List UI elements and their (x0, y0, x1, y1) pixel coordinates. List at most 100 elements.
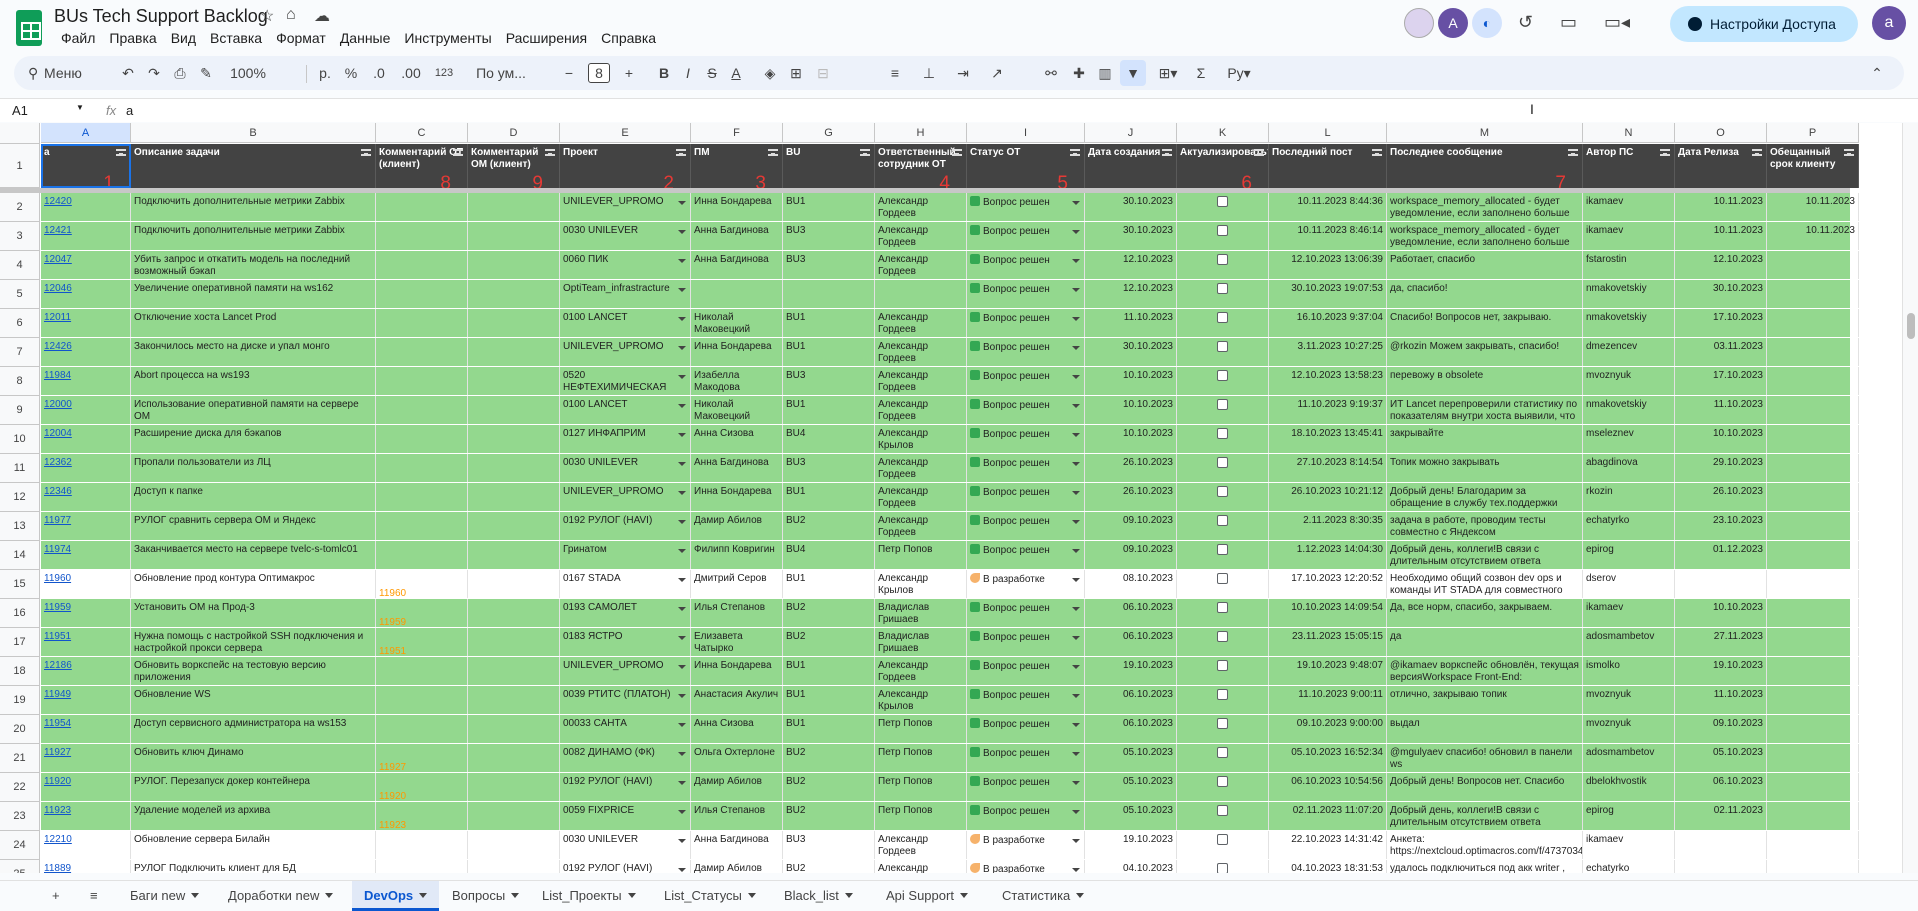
checkbox-icon[interactable] (1217, 573, 1228, 584)
checkbox-icon[interactable] (1217, 457, 1228, 468)
status-dropdown[interactable]: Вопрос решен (967, 309, 1085, 337)
chevron-down-icon[interactable] (419, 893, 428, 898)
project-dropdown[interactable]: 0030 UNILEVER (560, 831, 691, 859)
row-header[interactable]: 1 (0, 144, 40, 188)
redo-icon[interactable]: ↷ (144, 56, 164, 90)
actualize-checkbox[interactable] (1177, 222, 1269, 250)
menu-search-input[interactable]: ⚲ Меню (24, 56, 114, 90)
row-header[interactable]: 15 (0, 570, 40, 599)
task-id-link[interactable]: 11977 (41, 512, 131, 540)
checkbox-icon[interactable] (1217, 863, 1228, 873)
project-dropdown[interactable]: UNILEVER_UPROMO (560, 657, 691, 685)
dropdown-arrow-icon[interactable] (678, 259, 686, 263)
project-dropdown[interactable]: 0030 UNILEVER (560, 454, 691, 482)
task-id-link[interactable]: 12011 (41, 309, 131, 337)
row-header[interactable]: 8 (0, 367, 40, 396)
version-history-icon[interactable]: ↺ (1518, 12, 1533, 33)
bold-button[interactable]: B (654, 56, 674, 90)
checkbox-icon[interactable] (1217, 225, 1228, 236)
project-dropdown[interactable]: 0060 ПИК (560, 251, 691, 279)
column-header-d[interactable]: D (468, 123, 560, 143)
collaborator-photo-avatar[interactable] (1404, 8, 1434, 38)
actualize-checkbox[interactable] (1177, 280, 1269, 308)
task-id-link[interactable]: 12426 (41, 338, 131, 366)
dropdown-arrow-icon[interactable] (1072, 375, 1080, 379)
select-all-corner[interactable] (0, 123, 40, 144)
checkbox-icon[interactable] (1217, 341, 1228, 352)
row-header[interactable]: 20 (0, 715, 40, 744)
chevron-down-icon[interactable] (747, 893, 756, 898)
status-dropdown[interactable]: Вопрос решен (967, 367, 1085, 395)
dropdown-arrow-icon[interactable] (678, 781, 686, 785)
status-dropdown[interactable]: В разработке (967, 570, 1085, 598)
actualize-checkbox[interactable] (1177, 628, 1269, 656)
filter-icon[interactable] (1844, 149, 1854, 156)
actualize-checkbox[interactable] (1177, 193, 1269, 221)
column-header-m[interactable]: M (1387, 123, 1583, 143)
filter-icon[interactable] (453, 149, 463, 156)
chevron-down-icon[interactable] (511, 893, 520, 898)
horizontal-align-icon[interactable]: ≡ (880, 56, 910, 90)
dropdown-arrow-icon[interactable] (678, 549, 686, 553)
menu-item[interactable]: Инструменты (397, 29, 498, 47)
header-cell[interactable]: Дата Релиза (1675, 144, 1767, 188)
collaborator-avatar[interactable]: A (1438, 8, 1468, 38)
filter-icon[interactable] (545, 149, 555, 156)
font-size-increase-button[interactable]: + (620, 56, 638, 90)
project-dropdown[interactable]: 0520 НЕФТЕХИМИЧЕСКАЯ (560, 367, 691, 395)
dropdown-arrow-icon[interactable] (678, 462, 686, 466)
column-header-p[interactable]: P (1767, 123, 1859, 143)
dropdown-arrow-icon[interactable] (678, 868, 686, 872)
header-cell[interactable]: Ответственный сотрудник ОТ 4 (875, 144, 967, 188)
filter-icon[interactable] (1162, 149, 1172, 156)
checkbox-icon[interactable] (1217, 399, 1228, 410)
task-id-link[interactable]: 11974 (41, 541, 131, 569)
actualize-checkbox[interactable] (1177, 541, 1269, 569)
sheet-tab[interactable]: Api Support (874, 881, 980, 911)
project-dropdown[interactable]: 0100 LANCET (560, 309, 691, 337)
status-dropdown[interactable]: Вопрос решен (967, 686, 1085, 714)
actualize-checkbox[interactable] (1177, 570, 1269, 598)
checkbox-icon[interactable] (1217, 196, 1228, 207)
checkbox-icon[interactable] (1217, 834, 1228, 845)
actualize-checkbox[interactable] (1177, 251, 1269, 279)
row-header[interactable]: 18 (0, 657, 40, 686)
menu-item[interactable]: Правка (102, 29, 163, 47)
column-header-k[interactable]: K (1177, 123, 1269, 143)
row-header[interactable]: 12 (0, 483, 40, 512)
task-id-link[interactable]: 11959 (41, 599, 131, 627)
header-cell[interactable]: Комментарий ОТ (клиент) 8 (376, 144, 468, 188)
checkbox-icon[interactable] (1217, 747, 1228, 758)
input-tools-icon[interactable]: Py▾ (1224, 56, 1254, 90)
dropdown-arrow-icon[interactable] (1072, 259, 1080, 263)
checkbox-icon[interactable] (1217, 254, 1228, 265)
row-header[interactable]: 5 (0, 280, 40, 309)
task-id-link[interactable]: 12421 (41, 222, 131, 250)
font-size-input[interactable]: 8 (588, 63, 610, 83)
dropdown-arrow-icon[interactable] (678, 839, 686, 843)
chevron-down-icon[interactable] (1076, 893, 1085, 898)
project-dropdown[interactable]: OptiTeam_infrastracture (560, 280, 691, 308)
task-id-link[interactable]: 12186 (41, 657, 131, 685)
video-call-icon[interactable]: ▭◂ (1604, 12, 1630, 33)
dropdown-arrow-icon[interactable] (678, 404, 686, 408)
project-dropdown[interactable]: 0167 STADA (560, 570, 691, 598)
actualize-checkbox[interactable] (1177, 338, 1269, 366)
currency-format-button[interactable]: р. (314, 56, 336, 90)
dropdown-arrow-icon[interactable] (678, 346, 686, 350)
dropdown-arrow-icon[interactable] (678, 723, 686, 727)
dropdown-arrow-icon[interactable] (1072, 694, 1080, 698)
dropdown-arrow-icon[interactable] (678, 810, 686, 814)
dropdown-arrow-icon[interactable] (678, 520, 686, 524)
sheet-tab[interactable]: Вопросы (440, 881, 531, 911)
project-dropdown[interactable]: 0059 FIXPRICE (560, 802, 691, 830)
dropdown-arrow-icon[interactable] (1072, 549, 1080, 553)
menu-item[interactable]: Вид (164, 29, 203, 47)
menu-item[interactable]: Файл (54, 29, 102, 47)
dropdown-arrow-icon[interactable] (678, 375, 686, 379)
row-header[interactable]: 6 (0, 309, 40, 338)
decrease-decimal-button[interactable]: .0 (366, 56, 392, 90)
header-cell[interactable]: Комментарий ОМ (клиент) 9 (468, 144, 560, 188)
actualize-checkbox[interactable] (1177, 396, 1269, 424)
actualize-checkbox[interactable] (1177, 686, 1269, 714)
